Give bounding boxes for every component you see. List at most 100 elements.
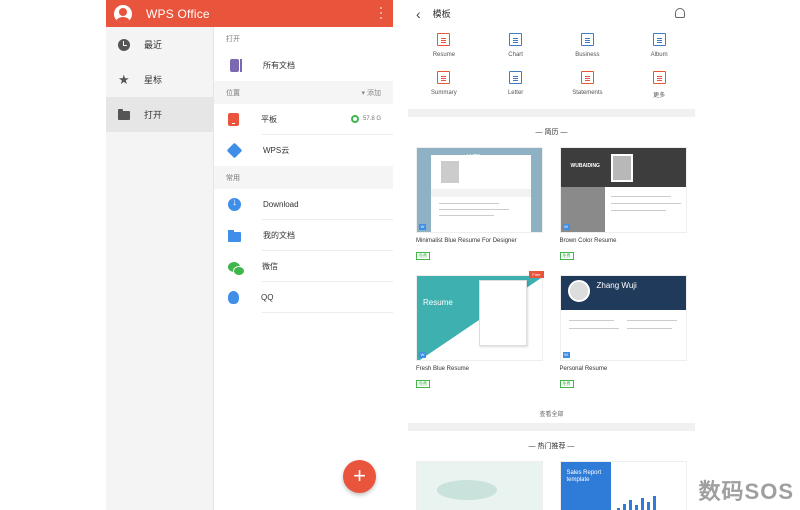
category-chart[interactable]: Chart	[480, 33, 552, 71]
category-letter[interactable]: Letter	[480, 71, 552, 109]
nav-item-starred[interactable]: ★ 星标	[106, 62, 213, 97]
app-title: WPS Office	[146, 6, 210, 21]
template-thumbnail: Zhang Wuji W	[559, 275, 687, 361]
free-badge: 免费	[559, 380, 574, 388]
divider	[408, 109, 695, 117]
free-badge: 免费	[416, 380, 430, 388]
wps-doc-icon: W	[562, 224, 570, 230]
section-label: 位置	[226, 89, 240, 97]
bar-graphic	[616, 494, 677, 510]
back-arrow-icon[interactable]: ‹	[416, 7, 421, 21]
add-location-button[interactable]: ▾ 添加	[362, 88, 381, 98]
resume-icon	[437, 33, 451, 46]
list-item-label: 微信	[262, 262, 278, 271]
new-tag: Free	[529, 271, 544, 278]
category-label: Business	[575, 52, 600, 58]
qq-icon	[228, 291, 239, 304]
section-label: 常用	[226, 174, 240, 182]
see-all-link[interactable]: 查看全部	[408, 403, 695, 423]
tablet-icon	[228, 113, 239, 126]
category-statements[interactable]: Statements	[552, 71, 624, 109]
new-document-button[interactable]: +	[343, 460, 376, 493]
list-item-tablet[interactable]: 平板 57.8 G	[214, 104, 393, 135]
thumb-text: Zhang Wuji	[596, 281, 637, 290]
chart-icon	[509, 33, 523, 46]
template-thumbnail: WEI W	[416, 147, 543, 233]
wps-doc-icon: W	[562, 352, 570, 358]
section-label: 打开	[226, 35, 240, 43]
thumb-text: Sales Report template	[566, 470, 602, 483]
letter-icon	[509, 71, 523, 84]
list-item-label: Download	[263, 200, 299, 209]
free-badge: 免费	[559, 252, 574, 260]
list-item-download[interactable]: Download	[214, 189, 393, 220]
hot-template-card[interactable]	[416, 461, 543, 510]
clock-icon	[118, 38, 130, 51]
template-header: ‹ 模板	[408, 0, 695, 27]
open-content: 打开 所有文档 位置 ▾ 添加 平板 57.8 G WPS云 常用 ↓ Down…	[214, 27, 393, 510]
category-label: Album	[650, 52, 668, 58]
wps-doc-icon: W	[419, 352, 426, 358]
category-resume[interactable]: Resume	[408, 33, 480, 71]
avatar[interactable]	[114, 4, 132, 23]
wps-doc-icon: W	[419, 224, 426, 230]
template-thumbnail: WUBAIDING W	[559, 147, 687, 233]
list-item-my-docs[interactable]: 我的文档	[214, 220, 393, 251]
nav-item-recent[interactable]: 最近	[106, 27, 213, 62]
hot-template-grid: Sales Report template	[408, 461, 695, 510]
side-nav: 最近 ★ 星标 打开	[106, 27, 214, 510]
cloud-cube-icon	[226, 142, 243, 159]
summary-icon	[437, 71, 451, 84]
download-icon	[228, 197, 241, 211]
section-title-hot: — 热门推荐 —	[528, 443, 575, 450]
wechat-icon	[228, 261, 245, 276]
storage-indicator: 57.8 G	[350, 115, 381, 123]
thumb-text: WUBAIDING	[570, 163, 600, 169]
free-badge: 免费	[416, 252, 430, 260]
wps-open-screen: WPS Office 最近 ★ 星标 打开 打开 所有文档 位置 ▾ 添加 平板…	[106, 0, 393, 510]
template-card[interactable]: Zhang Wuji W Personal Resume 免费	[559, 275, 688, 403]
nav-item-label: 打开	[144, 110, 163, 120]
resume-template-grid: WEI W Minimalist Blue Resume For Designe…	[408, 147, 695, 403]
category-grid: Resume Chart Business Album Summary Lett…	[408, 27, 695, 109]
template-name: Fresh Blue Resume	[416, 366, 470, 372]
section-title-resume: — 简历 —	[535, 129, 568, 136]
category-label: Summary	[431, 90, 457, 96]
template-name: Personal Resume	[559, 366, 608, 372]
template-card[interactable]: WUBAIDING W Brown Color Resume 免费	[559, 147, 688, 275]
nav-item-open[interactable]: 打开	[106, 97, 213, 132]
more-menu-icon[interactable]	[380, 7, 383, 19]
category-label: Chart	[508, 52, 523, 58]
watermark-logo: 数码SOS	[698, 479, 794, 504]
template-screen: ‹ 模板 Resume Chart Business Album Summary…	[408, 0, 695, 510]
user-icon[interactable]	[675, 8, 685, 18]
template-name: Brown Color Resume	[559, 238, 617, 244]
album-icon	[652, 33, 666, 46]
app-bar: WPS Office	[106, 0, 393, 27]
category-summary[interactable]: Summary	[408, 71, 480, 109]
storage-ring-icon	[350, 115, 359, 123]
template-name: Minimalist Blue Resume For Designer	[416, 238, 517, 244]
category-business[interactable]: Business	[552, 33, 624, 71]
star-icon: ★	[118, 71, 130, 87]
nav-item-label: 星标	[144, 75, 163, 85]
list-item-wechat[interactable]: 微信	[214, 251, 393, 282]
documents-icon	[230, 59, 242, 72]
category-album[interactable]: Album	[623, 33, 695, 71]
hot-template-card[interactable]: Sales Report template	[559, 461, 687, 510]
template-card[interactable]: Resume W Free Fresh Blue Resume 免费	[416, 271, 544, 403]
template-card[interactable]: WEI W Minimalist Blue Resume For Designe…	[416, 147, 544, 275]
list-item-qq[interactable]: QQ	[214, 282, 393, 313]
list-item-all-docs[interactable]: 所有文档	[214, 50, 393, 81]
category-label: Letter	[507, 90, 524, 96]
screenshot-stage: WPS Office 最近 ★ 星标 打开 打开 所有文档 位置 ▾ 添加 平板…	[0, 0, 800, 510]
category-label: 更多	[653, 93, 666, 99]
thumb-text: Resume	[423, 298, 453, 307]
list-item-wps-cloud[interactable]: WPS云	[214, 135, 393, 166]
thumb-text: WEI	[467, 154, 481, 161]
category-label: Resume	[432, 52, 456, 58]
template-thumbnail: Resume W	[416, 275, 543, 361]
section-header-location: 位置 ▾ 添加	[214, 81, 393, 104]
category-more[interactable]: 更多	[623, 71, 695, 109]
list-item-label: QQ	[261, 293, 274, 302]
